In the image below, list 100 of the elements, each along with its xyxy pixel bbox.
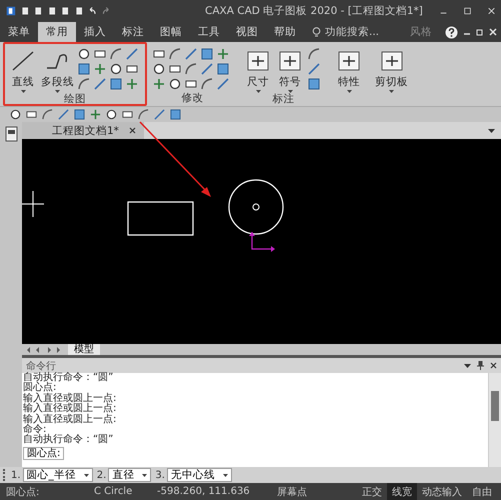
dropdown-icon[interactable]	[488, 128, 495, 132]
square-icon[interactable]	[170, 109, 181, 120]
line-icon[interactable]	[201, 63, 213, 75]
line-icon[interactable]	[154, 109, 165, 120]
ribbon-button[interactable]: 直线	[9, 46, 37, 93]
menu-tab[interactable]: 帮助	[266, 22, 304, 42]
command-history-line: 输入直径或圆上一点:	[23, 404, 118, 414]
tab-navigation-icon[interactable]	[26, 346, 62, 352]
group-label: 标注	[272, 93, 294, 105]
arc-icon[interactable]	[110, 48, 122, 60]
close-icon[interactable]	[490, 362, 497, 369]
option-dropdown[interactable]: 直径	[108, 468, 152, 482]
cross-icon[interactable]	[217, 48, 229, 60]
option-dropdown[interactable]: 无中心线	[166, 468, 232, 482]
arc-icon[interactable]	[308, 48, 320, 60]
line-icon[interactable]	[58, 109, 69, 120]
square-icon[interactable]	[201, 48, 213, 60]
rectangle-icon[interactable]	[153, 48, 165, 60]
arc-icon[interactable]	[138, 109, 149, 120]
line-icon[interactable]	[185, 48, 197, 60]
menu-tab[interactable]: 标注	[114, 22, 152, 42]
rectangle-icon[interactable]	[26, 109, 37, 120]
caret-icon	[20, 90, 26, 93]
circle-icon[interactable]	[110, 63, 122, 75]
group-label: 绘图	[64, 93, 86, 105]
caret-icon	[389, 90, 394, 93]
square-icon[interactable]	[217, 63, 229, 75]
crosshair-cursor	[22, 190, 44, 218]
scrollbar[interactable]	[488, 373, 501, 467]
status-toggle[interactable]: 动态输入	[417, 483, 467, 500]
search-field[interactable]: 功能搜索...	[321, 22, 395, 42]
arc-icon[interactable]	[201, 78, 213, 90]
circle-icon[interactable]	[169, 78, 181, 90]
option-index: 3.	[155, 470, 165, 480]
pin-icon[interactable]	[477, 361, 484, 370]
circle-icon[interactable]	[153, 63, 165, 75]
square-icon[interactable]	[308, 78, 320, 90]
rectangle-icon[interactable]	[122, 109, 133, 120]
menu-tab[interactable]: 菜单	[0, 22, 38, 42]
option-dropdown[interactable]: 圆心_半径	[22, 468, 93, 482]
layout-tab[interactable]: 模型	[68, 344, 100, 355]
document-icon[interactable]	[74, 5, 84, 17]
rectangle-icon[interactable]	[94, 48, 106, 60]
arc-icon[interactable]	[185, 63, 197, 75]
panel-title: 命令行	[26, 360, 56, 372]
dropdown-icon[interactable]	[464, 364, 471, 368]
rectangle-icon[interactable]	[126, 63, 138, 75]
command-history-line: 输入直径或圆上一点:	[23, 414, 118, 425]
circle-icon[interactable]	[78, 48, 90, 60]
document-icon[interactable]	[20, 5, 30, 17]
command-history-line: 输入直径或圆上一点:	[23, 394, 118, 404]
ribbon-button[interactable]: 剪切板	[375, 46, 408, 104]
ribbon-button[interactable]: 尺寸	[244, 46, 272, 93]
app-logo-icon	[6, 4, 16, 18]
status-toggle[interactable]: 线宽	[387, 483, 417, 500]
circle-icon[interactable]	[10, 109, 21, 120]
redo-icon[interactable]	[102, 5, 110, 17]
undo-icon[interactable]	[88, 5, 97, 17]
circle-icon[interactable]	[106, 109, 117, 120]
help-icon[interactable]	[445, 26, 458, 38]
menu-tab[interactable]: 插入	[76, 22, 114, 42]
close-icon[interactable]	[128, 127, 136, 134]
snap-mode[interactable]: 屏幕点	[277, 484, 307, 498]
rectangle-icon[interactable]	[169, 63, 181, 75]
menu-tab[interactable]: 视图	[228, 22, 266, 42]
menu-tab[interactable]: 常用	[38, 22, 76, 42]
group-label: 修改	[182, 92, 204, 104]
coordinates: -598.260, 111.636	[157, 486, 251, 497]
line-icon[interactable]	[217, 78, 229, 90]
square-icon[interactable]	[110, 78, 122, 90]
document-icon[interactable]	[34, 5, 43, 17]
document-icon[interactable]	[48, 5, 56, 17]
arc-icon[interactable]	[78, 78, 90, 90]
library-icon[interactable]	[4, 126, 18, 142]
document-tab[interactable]: 工程图文档1*	[22, 122, 144, 139]
square-icon[interactable]	[78, 63, 90, 75]
arc-icon[interactable]	[169, 48, 181, 60]
center-marker	[252, 204, 260, 210]
menu-tab[interactable]: 图幅	[152, 22, 190, 42]
restore-icon[interactable]	[476, 28, 484, 36]
arc-icon[interactable]	[42, 109, 53, 120]
maximize-icon[interactable]	[464, 6, 471, 16]
command-history-line: 命令:	[23, 425, 46, 436]
line-icon[interactable]	[308, 63, 320, 75]
ribbon-button[interactable]: 特性	[335, 46, 363, 104]
ribbon-button[interactable]: 符号	[276, 46, 304, 93]
caret-icon	[55, 90, 60, 93]
square-icon[interactable]	[74, 109, 85, 120]
cross-icon[interactable]	[90, 109, 101, 120]
circle-shape	[228, 179, 284, 235]
rectangle-icon[interactable]	[185, 78, 197, 90]
ribbon-button[interactable]: 多段线	[41, 46, 74, 93]
status-toggle[interactable]: 正交	[357, 483, 387, 500]
document-icon[interactable]	[61, 5, 70, 17]
caret-icon	[222, 474, 228, 476]
menu-tab[interactable]: 工具	[190, 22, 228, 42]
command-prompt[interactable]: 圆心点:	[23, 446, 64, 460]
status-toggle[interactable]: 自由	[467, 483, 497, 500]
line-icon[interactable]	[94, 78, 106, 90]
option-index: 2.	[96, 470, 106, 480]
